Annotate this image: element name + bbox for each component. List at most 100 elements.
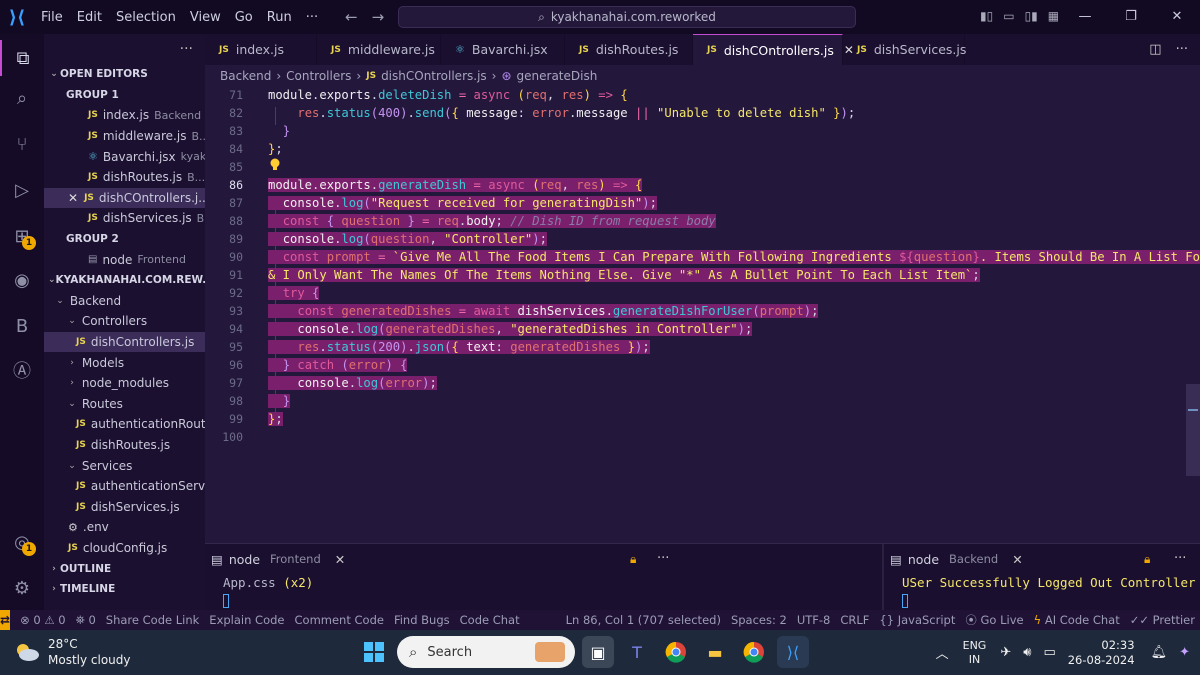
- tree-file[interactable]: JS dishRoutes.js: [44, 435, 205, 456]
- group-1-header[interactable]: GROUP 1: [44, 85, 205, 106]
- windows-start-icon[interactable]: [358, 636, 390, 668]
- menu-view[interactable]: View: [183, 10, 228, 25]
- explorer-icon[interactable]: ⧉: [0, 40, 44, 76]
- tab-dishcontrollers[interactable]: JS dishCOntrollers.js ✕: [693, 34, 854, 65]
- restore-icon[interactable]: ❐: [1108, 0, 1154, 34]
- ai-code-chat[interactable]: ϟ AI Code Chat: [1034, 613, 1120, 627]
- tree-folder-models[interactable]: › Models: [44, 352, 205, 373]
- project-header[interactable]: ⌄ KYAKHANAHAI.COM.REW...: [44, 270, 205, 291]
- ports-indicator[interactable]: ⛯ 0: [76, 613, 96, 628]
- editor-scrollbar[interactable]: [1186, 384, 1200, 476]
- outline-header[interactable]: › OUTLINE: [44, 558, 205, 579]
- go-live[interactable]: ⦿ Go Live: [965, 612, 1023, 628]
- lightbulb-icon[interactable]: [269, 158, 281, 172]
- search-view-icon[interactable]: ⌕: [0, 80, 44, 116]
- back-arrow-icon[interactable]: ←: [345, 8, 358, 26]
- open-editor-item[interactable]: JSdishServices.jsB...: [44, 208, 205, 229]
- end-of-line[interactable]: CRLF: [840, 613, 869, 627]
- account-icon[interactable]: ◎ 1: [0, 524, 44, 560]
- weather-widget[interactable]: 28°C Mostly cloudy: [14, 636, 131, 668]
- copilot-icon[interactable]: ✦: [1179, 645, 1190, 660]
- chevron-up-icon[interactable]: ︿: [936, 643, 949, 662]
- open-editor-item[interactable]: ▤ node Frontend: [44, 249, 205, 270]
- toggle-panel-icon[interactable]: ▭: [1003, 9, 1014, 23]
- file-explorer-icon[interactable]: ▬: [699, 636, 731, 668]
- open-editor-item[interactable]: JSmiddleware.jsB...: [44, 126, 205, 147]
- teams-icon[interactable]: T: [621, 636, 653, 668]
- menu-more[interactable]: ···: [299, 10, 325, 25]
- timeline-header[interactable]: › TIMELINE: [44, 579, 205, 600]
- breadcrumb-item[interactable]: Backend: [220, 69, 271, 83]
- terminal-backend[interactable]: ▤ node Backend ✕ 🔒︎ ··· USer Successfully…: [884, 544, 1200, 611]
- toggle-secondary-sidebar-icon[interactable]: ▯▮: [1025, 9, 1038, 23]
- lock-icon[interactable]: 🔒︎: [1144, 552, 1150, 567]
- source-control-icon[interactable]: ⑂: [0, 126, 44, 162]
- lock-icon[interactable]: 🔒︎: [630, 552, 636, 567]
- tree-folder-backend[interactable]: ⌄ Backend: [44, 291, 205, 312]
- more-actions-icon[interactable]: ···: [180, 41, 193, 57]
- breadcrumb-item[interactable]: Controllers: [286, 69, 351, 83]
- tree-folder-services[interactable]: ⌄ Services: [44, 455, 205, 476]
- customize-layout-icon[interactable]: ▦: [1048, 9, 1059, 23]
- tree-file[interactable]: JS authenticationRout...: [44, 414, 205, 435]
- tab-dishroutes[interactable]: JS dishRoutes.js: [565, 34, 693, 65]
- open-editor-item[interactable]: JS index.js Backend: [44, 105, 205, 126]
- breadcrumb-item[interactable]: dishCOntrollers.js: [381, 69, 487, 83]
- language-indicator[interactable]: ENG IN: [963, 639, 987, 667]
- menu-file[interactable]: File: [34, 10, 70, 25]
- tree-folder-routes[interactable]: ⌄ Routes: [44, 394, 205, 415]
- comment-code[interactable]: Comment Code: [295, 613, 384, 627]
- task-view-icon[interactable]: ▣: [582, 636, 614, 668]
- indentation[interactable]: Spaces: 2: [731, 613, 787, 627]
- notification-bell-icon[interactable]: 🔔︎: [1151, 645, 1168, 660]
- explain-code[interactable]: Explain Code: [209, 613, 284, 627]
- code-chat[interactable]: Code Chat: [460, 613, 520, 627]
- menu-go[interactable]: Go: [228, 10, 260, 25]
- close-window-icon[interactable]: ✕: [1154, 0, 1200, 34]
- problems-indicator[interactable]: ⊗ 0 ⚠ 0: [20, 613, 66, 627]
- bookmark-b-icon[interactable]: B: [0, 308, 44, 344]
- tab-bavarchi[interactable]: ⚛ Bavarchi.jsx: [441, 34, 565, 65]
- code-editor[interactable]: 71 module.exports.deleteDish = async (req…: [205, 87, 1200, 543]
- tree-file-dishcontrollers[interactable]: JS dishControllers.js: [44, 331, 205, 353]
- clock[interactable]: 02:33 26-08-2024: [1068, 638, 1135, 668]
- cursor-position[interactable]: Ln 86, Col 1 (707 selected): [566, 613, 721, 627]
- open-editor-item[interactable]: ⚛Bavarchi.jsxkyak...: [44, 146, 205, 167]
- tree-file-env[interactable]: ⚙ .env: [44, 517, 205, 538]
- battery-icon[interactable]: ▭: [1043, 645, 1055, 660]
- language-mode[interactable]: {} JavaScript: [879, 613, 955, 627]
- minimize-icon[interactable]: —: [1062, 0, 1108, 34]
- vscode-taskbar-icon[interactable]: ⟩⟨: [777, 636, 809, 668]
- tree-folder-node-modules[interactable]: › node_modules: [44, 373, 205, 394]
- more-actions-icon[interactable]: ···: [1174, 551, 1186, 566]
- open-editors-header[interactable]: ⌄ OPEN EDITORS: [44, 64, 205, 85]
- terminal-tab[interactable]: ▤ node Frontend ✕: [211, 544, 353, 574]
- terminal-frontend[interactable]: ▤ node Frontend ✕ 🔒︎ ··· App.css (x2): [205, 544, 882, 611]
- airplane-icon[interactable]: ✈: [1000, 645, 1011, 660]
- encoding[interactable]: UTF-8: [797, 613, 831, 627]
- menu-selection[interactable]: Selection: [109, 10, 183, 25]
- close-terminal-icon[interactable]: ✕: [335, 552, 345, 567]
- group-2-header[interactable]: GROUP 2: [44, 229, 205, 250]
- menu-run[interactable]: Run: [260, 10, 299, 25]
- close-terminal-icon[interactable]: ✕: [1012, 552, 1022, 567]
- open-editor-item-active[interactable]: ✕ JS dishCOntrollers.j...: [44, 187, 205, 209]
- tree-file[interactable]: JS cloudConfig.js: [44, 538, 205, 559]
- share-code-link[interactable]: Share Code Link: [106, 613, 200, 627]
- tab-dishservices[interactable]: JS dishServices.js: [843, 34, 966, 65]
- breadcrumb-item[interactable]: generateDish: [517, 69, 598, 83]
- chrome-icon[interactable]: [660, 636, 692, 668]
- quokka-icon[interactable]: ◉: [0, 262, 44, 298]
- tabnine-icon[interactable]: Ⓐ: [0, 352, 44, 388]
- forward-arrow-icon[interactable]: →: [372, 8, 385, 26]
- extensions-icon[interactable]: ⊞ 1: [0, 218, 44, 254]
- run-debug-icon[interactable]: ▷: [0, 172, 44, 208]
- terminal-tab[interactable]: ▤ node Backend ✕: [890, 544, 1031, 574]
- tree-file[interactable]: JS dishServices.js: [44, 496, 205, 517]
- split-editor-icon[interactable]: ◫: [1149, 42, 1161, 57]
- settings-gear-icon[interactable]: ⚙: [0, 570, 44, 606]
- more-actions-icon[interactable]: ···: [1176, 42, 1188, 57]
- toggle-sidebar-icon[interactable]: ▮▯: [980, 9, 993, 23]
- menu-edit[interactable]: Edit: [70, 10, 109, 25]
- open-editor-item[interactable]: JS dishRoutes.js B...: [44, 167, 205, 188]
